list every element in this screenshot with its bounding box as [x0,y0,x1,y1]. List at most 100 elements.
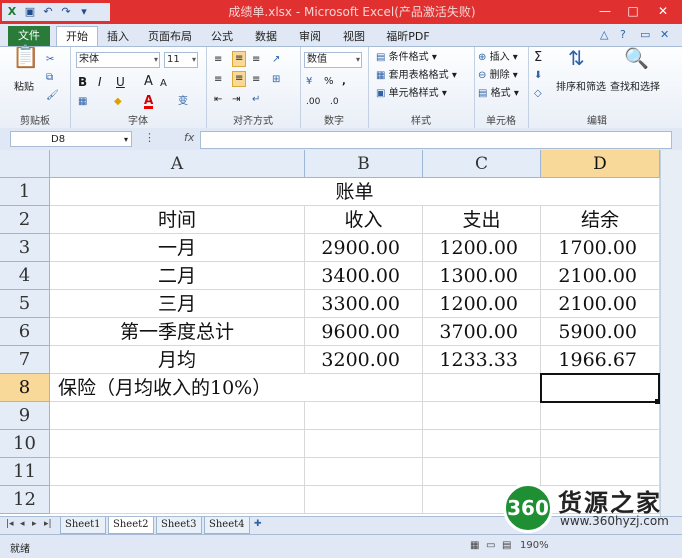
cell-c5[interactable]: 1200.00 [423,290,541,318]
empty-cell[interactable] [305,430,423,458]
bold-button[interactable]: B [78,75,87,89]
paste-icon[interactable]: 📋 [12,47,39,69]
minimize-button[interactable]: — [592,2,618,20]
cell-a7[interactable]: 月均 [50,346,305,374]
close-workbook-icon[interactable]: ✕ [660,28,669,41]
percent-button[interactable]: % [324,75,334,89]
cell-c4[interactable]: 1300.00 [423,262,541,290]
tab-review[interactable]: 审阅 [292,27,328,46]
row-header-6[interactable]: 6 [0,318,50,346]
column-header-b[interactable]: B [305,150,423,178]
cell-d2[interactable]: 结余 [541,206,660,234]
format-painter-icon[interactable]: 🖌 [46,89,59,103]
cell-c3[interactable]: 1200.00 [423,234,541,262]
row-header-4[interactable]: 4 [0,262,50,290]
find-select-icon[interactable]: 🔍 [624,48,649,68]
empty-cell[interactable] [423,430,541,458]
tab-page-layout[interactable]: 页面布局 [142,27,198,46]
tab-home[interactable]: 开始 [56,26,98,47]
cell-a6[interactable]: 第一季度总计 [50,318,305,346]
cell-b2[interactable]: 收入 [305,206,423,234]
help-icon[interactable]: ? [620,28,626,41]
italic-button[interactable]: I [98,75,102,89]
first-sheet-icon[interactable]: |◂ [6,519,14,529]
zoom-level[interactable]: 190% [520,540,549,551]
prev-sheet-icon[interactable]: ◂ [20,519,25,529]
tab-view[interactable]: 视图 [336,27,372,46]
font-name-combo[interactable]: 宋体 ▾ [76,52,160,68]
sort-filter-button[interactable]: 排序和筛选 [556,81,606,95]
delete-cells-button[interactable]: ⊖ 删除 ▾ [478,69,518,83]
conditional-format-button[interactable]: ▤ 条件格式 ▾ [376,51,437,65]
minimize-ribbon-icon[interactable]: △ [600,28,608,41]
decrease-decimal-icon[interactable]: .0 [330,95,339,109]
cell-a1-title[interactable]: 账单 [50,178,660,206]
align-bottom-icon[interactable]: ≡ [252,53,260,67]
empty-cell[interactable] [541,402,660,430]
restore-window-icon[interactable]: ▭ [640,28,650,41]
row-header-1[interactable]: 1 [0,178,50,206]
align-top-icon[interactable]: ≡ [214,53,222,67]
formula-bar-splitter-icon[interactable]: ⋮ [144,131,155,144]
phonetic-button[interactable]: 变 [178,95,188,109]
find-select-button[interactable]: 查找和选择 [610,81,660,95]
empty-cell[interactable] [305,458,423,486]
fill-icon[interactable]: ⬇ [534,69,542,83]
cell-d5[interactable]: 2100.00 [541,290,660,318]
sheet-tab-sheet1[interactable]: Sheet1 [60,517,106,534]
insert-function-button[interactable]: fx [184,131,194,144]
empty-cell[interactable] [541,430,660,458]
cell-b7[interactable]: 3200.00 [305,346,423,374]
select-all-button[interactable] [0,150,50,178]
empty-cell[interactable] [305,486,423,514]
format-cells-button[interactable]: ▤ 格式 ▾ [478,87,519,101]
paste-button[interactable]: 粘贴 [14,81,34,95]
row-header-2[interactable]: 2 [0,206,50,234]
increase-indent-icon[interactable]: ⇥ [232,93,240,107]
cell-styles-button[interactable]: ▣ 单元格样式 ▾ [376,87,447,101]
sort-filter-icon[interactable]: ⇅ [568,48,585,68]
row-header-9[interactable]: 9 [0,402,50,430]
sheet-tab-sheet3[interactable]: Sheet3 [156,517,202,534]
tab-file[interactable]: 文件 [8,26,50,46]
underline-button[interactable]: U [116,75,125,89]
format-as-table-button[interactable]: ▦ 套用表格格式 ▾ [376,69,457,83]
align-right-icon[interactable]: ≡ [252,73,260,87]
tab-insert[interactable]: 插入 [100,27,136,46]
empty-cell[interactable] [423,402,541,430]
last-sheet-icon[interactable]: ▸| [44,519,52,529]
empty-cell[interactable] [423,458,541,486]
column-header-a[interactable]: A [50,150,305,178]
align-center-icon[interactable]: ≡ [232,71,247,87]
tab-formulas[interactable]: 公式 [204,27,240,46]
cell-d3[interactable]: 1700.00 [541,234,660,262]
cell-b4[interactable]: 3400.00 [305,262,423,290]
font-size-combo[interactable]: 11 ▾ [164,52,198,68]
close-button[interactable]: ✕ [650,2,676,20]
border-icon[interactable]: ▦ [78,95,87,109]
empty-cell[interactable] [50,458,305,486]
page-break-view-icon[interactable]: ▤ [502,540,511,551]
empty-cell[interactable] [50,430,305,458]
name-box[interactable]: D8 ▾ [10,131,132,147]
cell-a3[interactable]: 一月 [50,234,305,262]
insert-cells-button[interactable]: ⊕ 插入 ▾ [478,51,518,65]
row-header-8[interactable]: 8 [0,374,50,402]
clear-icon[interactable]: ◇ [534,87,542,101]
shrink-font-button[interactable]: A [160,77,167,91]
cell-a8[interactable]: 保险（月均收入的10%） [50,374,305,402]
row-header-5[interactable]: 5 [0,290,50,318]
number-format-combo[interactable]: 数值 ▾ [304,52,362,68]
merge-center-icon[interactable]: ⊞ [272,73,280,87]
customize-qat-icon[interactable]: ▾ [76,4,92,20]
cell-c8[interactable] [423,374,541,402]
font-color-icon[interactable]: A [144,94,154,109]
cell-a4[interactable]: 二月 [50,262,305,290]
autosum-button[interactable]: Σ [534,51,542,65]
empty-cell[interactable] [50,486,305,514]
grow-font-button[interactable]: A [144,75,153,89]
row-header-10[interactable]: 10 [0,430,50,458]
cell-b6[interactable]: 9600.00 [305,318,423,346]
increase-decimal-icon[interactable]: .00 [306,95,320,109]
row-header-11[interactable]: 11 [0,458,50,486]
